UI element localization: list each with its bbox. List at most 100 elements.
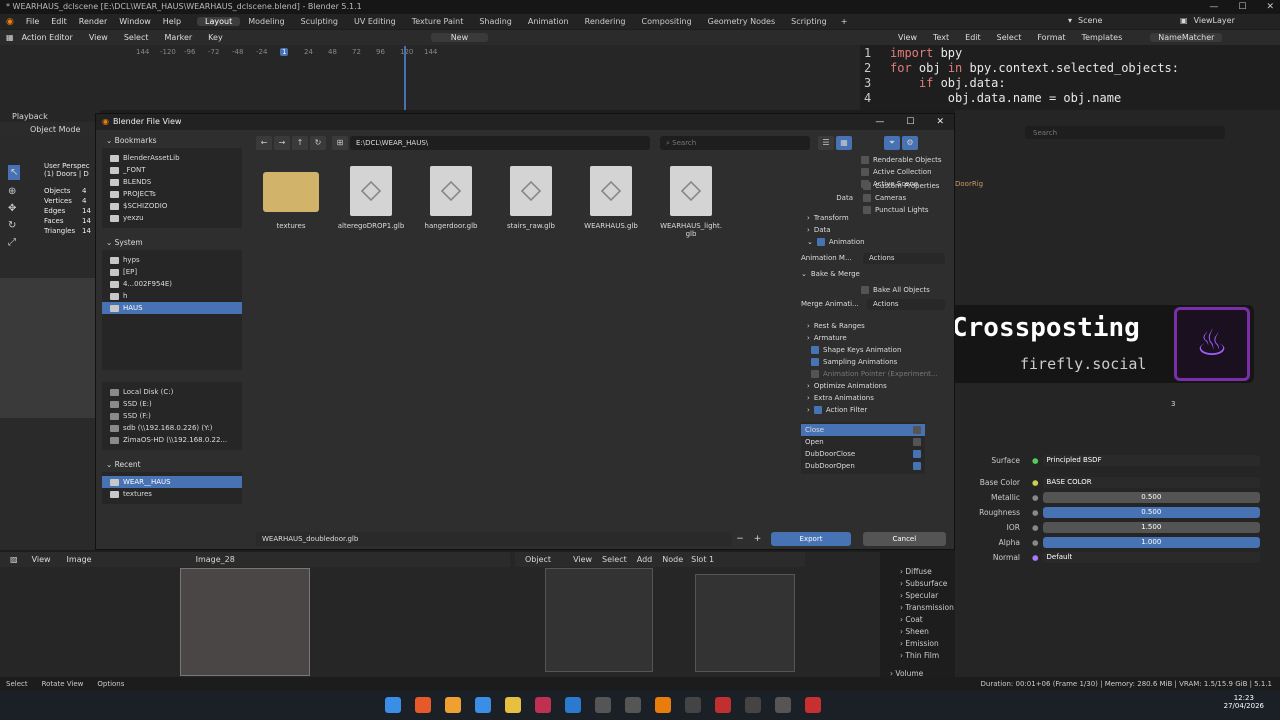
- data-option-row[interactable]: Custom Properties: [863, 180, 939, 192]
- list-item[interactable]: 4...002F954E): [102, 278, 242, 290]
- list-item[interactable]: _FONT: [102, 164, 242, 176]
- select-tool-icon[interactable]: ↖: [8, 165, 21, 180]
- image-editor-type-icon[interactable]: ▨: [10, 555, 18, 564]
- forward-icon[interactable]: →: [274, 136, 290, 150]
- data-option-checkbox[interactable]: [863, 194, 871, 202]
- text-menu-templates[interactable]: Templates: [1074, 33, 1131, 42]
- search-app-icon[interactable]: [445, 697, 461, 713]
- tab-shading[interactable]: Shading: [471, 17, 520, 26]
- menu-window[interactable]: Window: [113, 17, 157, 26]
- text-menu-view[interactable]: View: [890, 33, 925, 42]
- tab-texture-paint[interactable]: Texture Paint: [404, 17, 472, 26]
- list-item[interactable]: hyps: [102, 254, 242, 266]
- tab-compositing[interactable]: Compositing: [634, 17, 700, 26]
- app4-icon[interactable]: [685, 697, 701, 713]
- image-menu-image[interactable]: Image: [59, 555, 100, 564]
- anim-option-row[interactable]: Animation Pointer (Experiment...: [807, 368, 951, 380]
- maximize-icon[interactable]: ☐: [1238, 0, 1246, 14]
- material-prop-row[interactable]: Roughness ● 0.500: [960, 506, 1260, 518]
- anim-option-checkbox[interactable]: [813, 406, 822, 414]
- new-action-button[interactable]: New: [430, 33, 489, 42]
- node-menu-view[interactable]: View: [573, 555, 592, 564]
- normal-value[interactable]: Default: [1042, 551, 1260, 563]
- option-checkbox[interactable]: [861, 168, 869, 176]
- rotate-tool-icon[interactable]: ↻: [8, 220, 20, 231]
- anim-option-row[interactable]: Sampling Animations: [807, 356, 951, 368]
- prop-value[interactable]: 0.500: [1042, 506, 1260, 518]
- close-icon[interactable]: ✕: [1266, 0, 1274, 14]
- menu-file[interactable]: File: [20, 17, 45, 26]
- data-option-row[interactable]: Cameras: [863, 192, 939, 204]
- merge-animation-row[interactable]: Merge Animati... Actions: [801, 298, 951, 310]
- new-folder-icon[interactable]: ⊞: [332, 136, 348, 150]
- action-editor-mode[interactable]: Action Editor: [14, 33, 81, 42]
- material-section[interactable]: › Specular: [900, 591, 938, 600]
- node-menu-add[interactable]: Add: [637, 555, 653, 564]
- back-icon[interactable]: ←: [256, 136, 272, 150]
- move-tool-icon[interactable]: ✥: [8, 203, 20, 214]
- blender-taskbar-icon[interactable]: [655, 697, 671, 713]
- action-menu-marker[interactable]: Marker: [157, 33, 201, 42]
- editor-type-icon[interactable]: ▦: [6, 33, 14, 42]
- material-section[interactable]: › Transmission: [900, 603, 954, 612]
- parent-dir-icon[interactable]: ↑: [292, 136, 308, 150]
- dialog-close-icon[interactable]: ✕: [936, 114, 944, 130]
- image-name[interactable]: Image_28: [196, 555, 235, 564]
- app3-icon[interactable]: [625, 697, 641, 713]
- action-checkbox[interactable]: [913, 450, 921, 458]
- material-section[interactable]: › Coat: [900, 615, 923, 624]
- material-section[interactable]: › Subsurface: [900, 579, 947, 588]
- tab-modeling[interactable]: Modeling: [240, 17, 292, 26]
- action-filter-row[interactable]: Close: [801, 424, 925, 436]
- bake-merge-row[interactable]: ⌄ Bake & Merge: [801, 268, 951, 280]
- tab-animation[interactable]: Animation: [520, 17, 577, 26]
- blender-logo-icon[interactable]: ◉: [0, 17, 20, 27]
- app-icon[interactable]: [535, 697, 551, 713]
- list-item[interactable]: $SCHIZODIO: [102, 200, 242, 212]
- option-row[interactable]: Renderable Objects: [861, 154, 951, 166]
- option-row[interactable]: Active Collection: [861, 166, 951, 178]
- list-item[interactable]: sdb (\\192.168.0.226) (Y:): [102, 422, 242, 434]
- base-color-value[interactable]: BASE COLOR: [1042, 476, 1260, 488]
- animation-checkbox[interactable]: [816, 238, 825, 246]
- list-view-icon[interactable]: ☰: [818, 136, 834, 150]
- list-item[interactable]: SSD (E:): [102, 398, 242, 410]
- text-menu-edit[interactable]: Edit: [957, 33, 989, 42]
- slot-label[interactable]: Slot 1: [691, 555, 714, 564]
- list-item[interactable]: SSD (F:): [102, 410, 242, 422]
- animation-mode-dropdown[interactable]: Actions: [863, 252, 945, 264]
- thumbnail-view-icon[interactable]: ▦: [836, 136, 852, 150]
- bookmarks-header[interactable]: ⌄ Bookmarks: [102, 134, 242, 148]
- add-workspace-icon[interactable]: +: [835, 17, 854, 26]
- anim-option-checkbox[interactable]: [811, 346, 819, 354]
- code-line-2[interactable]: for obj in bpy.context.selected_objects:: [890, 61, 1179, 75]
- dialog-maximize-icon[interactable]: ☐: [906, 114, 914, 130]
- playback-menu[interactable]: Playback: [12, 112, 48, 121]
- action-filter-row[interactable]: DubDoorClose: [801, 448, 925, 460]
- file-item[interactable]: WEARHAUS_light. glb: [651, 166, 731, 238]
- list-item[interactable]: textures: [102, 488, 242, 500]
- list-item[interactable]: WEAR__HAUS: [102, 476, 242, 488]
- material-section[interactable]: › Thin Film: [900, 651, 939, 660]
- action-filter-row[interactable]: DubDoorOpen: [801, 460, 925, 472]
- tab-layout[interactable]: Layout: [197, 17, 241, 26]
- surface-value[interactable]: Principled BSDF: [1042, 454, 1260, 466]
- file-item[interactable]: textures: [251, 166, 331, 230]
- app7-icon[interactable]: [775, 697, 791, 713]
- object-mode-dropdown[interactable]: Object Mode: [30, 125, 80, 134]
- anim-option-row[interactable]: Shape Keys Animation: [807, 344, 951, 356]
- animation-mode-row[interactable]: Animation M... Actions: [801, 252, 951, 264]
- material-prop-row[interactable]: Alpha ● 1.000: [960, 536, 1260, 548]
- data-option-row[interactable]: Punctual Lights: [863, 204, 939, 216]
- material-section[interactable]: › Emission: [900, 639, 939, 648]
- action-menu-key[interactable]: Key: [200, 33, 231, 42]
- cursor-tool-icon[interactable]: ⊕: [8, 186, 20, 197]
- minimize-icon[interactable]: —: [1209, 0, 1218, 14]
- scale-tool-icon[interactable]: ⤢: [8, 237, 20, 248]
- export-button[interactable]: Export: [771, 532, 851, 546]
- file-explorer-icon[interactable]: [505, 697, 521, 713]
- settings-gear-icon[interactable]: ⚙: [902, 136, 918, 150]
- file-search-input[interactable]: ⌕ Search: [660, 136, 810, 150]
- texture-preview[interactable]: [180, 568, 310, 676]
- tab-uv-editing[interactable]: UV Editing: [346, 17, 404, 26]
